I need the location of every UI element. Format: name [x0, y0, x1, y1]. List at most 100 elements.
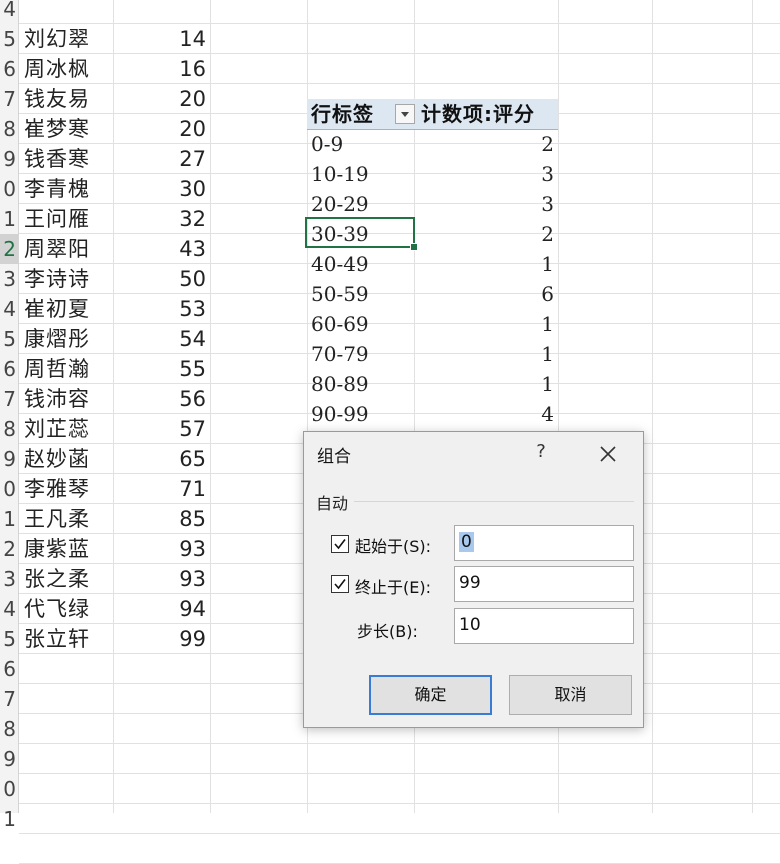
- score-cell[interactable]: 93: [115, 564, 206, 594]
- row-header[interactable]: 1: [0, 804, 18, 834]
- name-cell[interactable]: 王问雁: [24, 204, 112, 234]
- active-cell-selection[interactable]: [305, 217, 418, 251]
- row-header[interactable]: 1: [0, 504, 18, 534]
- name-cell[interactable]: 周冰枫: [24, 54, 112, 84]
- score-cell[interactable]: 57: [115, 414, 206, 444]
- cancel-button[interactable]: 取消: [509, 675, 632, 715]
- row-header[interactable]: 5: [0, 624, 18, 654]
- pivot-row[interactable]: 40-49 1: [307, 249, 558, 279]
- name-cell[interactable]: 王凡柔: [24, 504, 112, 534]
- row-header[interactable]: 8: [0, 714, 18, 744]
- name-cell[interactable]: 钱香寒: [24, 144, 112, 174]
- score-cell[interactable]: 56: [115, 384, 206, 414]
- start-label: 起始于(S):: [355, 537, 432, 556]
- score-cell[interactable]: 14: [115, 24, 206, 54]
- score-cell[interactable]: 53: [115, 294, 206, 324]
- score-cell[interactable]: 43: [115, 234, 206, 264]
- name-cell[interactable]: 崔初夏: [24, 294, 112, 324]
- score-cell[interactable]: 65: [115, 444, 206, 474]
- name-cell[interactable]: 崔梦寒: [24, 114, 112, 144]
- row-header[interactable]: 5: [0, 24, 18, 54]
- name-cell[interactable]: 周翠阳: [24, 234, 112, 264]
- score-cell[interactable]: 55: [115, 354, 206, 384]
- name-cell[interactable]: 赵妙菡: [24, 444, 112, 474]
- name-cell[interactable]: 康熠彤: [24, 324, 112, 354]
- score-cell[interactable]: 85: [115, 504, 206, 534]
- score-cell[interactable]: 30: [115, 174, 206, 204]
- score-cell[interactable]: 93: [115, 534, 206, 564]
- close-icon[interactable]: [596, 442, 620, 466]
- score-cell[interactable]: 99: [115, 624, 206, 654]
- row-header[interactable]: 0: [0, 474, 18, 504]
- name-cell[interactable]: 张立轩: [24, 624, 112, 654]
- row-header[interactable]: 8: [0, 114, 18, 144]
- row-header[interactable]: 7: [0, 684, 18, 714]
- pivot-row[interactable]: 70-79 1: [307, 339, 558, 369]
- pivot-row-count: 6: [541, 282, 554, 306]
- end-checkbox[interactable]: [331, 575, 349, 593]
- pivot-row[interactable]: 20-29 3: [307, 189, 558, 219]
- row-header[interactable]: 1: [0, 204, 18, 234]
- gridline: [752, 0, 753, 813]
- row-header[interactable]: 8: [0, 414, 18, 444]
- pivot-row[interactable]: 90-99 4: [307, 399, 558, 429]
- pivot-row[interactable]: 10-19 3: [307, 159, 558, 189]
- row-header[interactable]: 9: [0, 744, 18, 774]
- score-cell[interactable]: 32: [115, 204, 206, 234]
- name-cell[interactable]: 李雅琴: [24, 474, 112, 504]
- ok-button[interactable]: 确定: [369, 675, 492, 715]
- row-header[interactable]: 4: [0, 594, 18, 624]
- row-header[interactable]: 0: [0, 174, 18, 204]
- row-header[interactable]: 6: [0, 354, 18, 384]
- pivot-row-count: 1: [541, 252, 554, 276]
- row-header[interactable]: 2: [0, 534, 18, 564]
- score-cell[interactable]: 94: [115, 594, 206, 624]
- name-cell[interactable]: 钱沛容: [24, 384, 112, 414]
- row-header[interactable]: 7: [0, 384, 18, 414]
- row-header[interactable]: 2: [0, 234, 18, 264]
- name-cell[interactable]: 代飞绿: [24, 594, 112, 624]
- end-value-input[interactable]: 99: [454, 566, 634, 602]
- score-cell[interactable]: 20: [115, 84, 206, 114]
- score-cell[interactable]: 71: [115, 474, 206, 504]
- filter-dropdown-icon[interactable]: [395, 104, 415, 124]
- start-checkbox[interactable]: [331, 535, 349, 553]
- row-header[interactable]: 5: [0, 324, 18, 354]
- gridline: [652, 0, 653, 813]
- row-header[interactable]: 9: [0, 444, 18, 474]
- name-cell[interactable]: 周哲瀚: [24, 354, 112, 384]
- row-header[interactable]: 4: [0, 294, 18, 324]
- score-cell[interactable]: 54: [115, 324, 206, 354]
- score-cell[interactable]: 27: [115, 144, 206, 174]
- row-header[interactable]: 6: [0, 54, 18, 84]
- start-value-input[interactable]: 0: [454, 525, 634, 561]
- row-header[interactable]: 9: [0, 144, 18, 174]
- checkmark-icon: [334, 579, 346, 590]
- row-header[interactable]: 7: [0, 84, 18, 114]
- pivot-row[interactable]: 60-69 1: [307, 309, 558, 339]
- score-cell[interactable]: 50: [115, 264, 206, 294]
- row-header[interactable]: 3: [0, 564, 18, 594]
- row-header[interactable]: 3: [0, 264, 18, 294]
- help-button[interactable]: ?: [530, 440, 552, 464]
- name-cell[interactable]: 刘幻翠: [24, 24, 112, 54]
- pivot-row[interactable]: 0-9 2: [307, 129, 558, 159]
- name-cell[interactable]: 张之柔: [24, 564, 112, 594]
- name-cell[interactable]: 刘芷蕊: [24, 414, 112, 444]
- name-cell[interactable]: 钱友易: [24, 84, 112, 114]
- gridline: [19, 803, 780, 804]
- step-value-input[interactable]: 10: [454, 608, 634, 644]
- pivot-row[interactable]: 50-59 6: [307, 279, 558, 309]
- name-cell[interactable]: 李青槐: [24, 174, 112, 204]
- score-cell[interactable]: 20: [115, 114, 206, 144]
- pivot-row-label: 80-89: [311, 372, 369, 396]
- gridline: [19, 833, 780, 834]
- row-header[interactable]: 4: [0, 0, 18, 24]
- pivot-row[interactable]: 80-89 1: [307, 369, 558, 399]
- pivot-row-count: 2: [541, 222, 554, 246]
- score-cell[interactable]: 16: [115, 54, 206, 84]
- name-cell[interactable]: 李诗诗: [24, 264, 112, 294]
- row-header[interactable]: 6: [0, 654, 18, 684]
- row-header[interactable]: 0: [0, 774, 18, 804]
- name-cell[interactable]: 康紫蓝: [24, 534, 112, 564]
